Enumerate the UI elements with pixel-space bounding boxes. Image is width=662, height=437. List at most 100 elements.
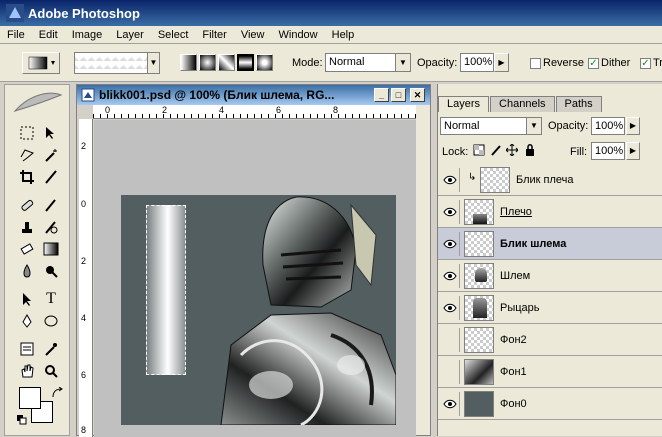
menu-edit[interactable]: Edit bbox=[32, 29, 65, 41]
blur-tool[interactable] bbox=[17, 261, 37, 281]
transparency-checkbox[interactable]: ✓ bbox=[640, 58, 651, 69]
menu-window[interactable]: Window bbox=[272, 29, 325, 41]
marquee-tool[interactable] bbox=[17, 123, 37, 143]
tab-channels[interactable]: Channels bbox=[490, 96, 555, 112]
image-canvas[interactable] bbox=[121, 195, 396, 425]
layer-row[interactable]: Фон0 bbox=[438, 388, 662, 420]
lock-position-icon[interactable] bbox=[506, 144, 518, 156]
fill-slider-button[interactable]: ▶ bbox=[626, 142, 640, 160]
diamond-gradient-button[interactable] bbox=[256, 54, 273, 71]
menu-help[interactable]: Help bbox=[325, 29, 362, 41]
eye-icon bbox=[442, 399, 457, 409]
menu-view[interactable]: View bbox=[234, 29, 272, 41]
layers-list: ↳ Блик плеча Плечо Блик шлема Шлем Рыцарь Фон2… bbox=[438, 164, 662, 436]
foreground-color-swatch[interactable] bbox=[19, 387, 41, 409]
chevron-down-icon[interactable]: ▼ bbox=[147, 53, 159, 73]
ellipse-icon bbox=[44, 315, 58, 327]
eye-icon bbox=[442, 239, 457, 249]
reflected-gradient-button[interactable] bbox=[237, 54, 254, 71]
layer-visibility-toggle[interactable] bbox=[440, 360, 460, 384]
brush-tool[interactable] bbox=[41, 195, 61, 215]
eyedropper-tool[interactable] bbox=[41, 339, 61, 359]
zoom-tool[interactable] bbox=[41, 361, 61, 381]
layer-row[interactable]: Блик шлема bbox=[438, 228, 662, 260]
shape-tool[interactable] bbox=[41, 311, 61, 331]
menu-image[interactable]: Image bbox=[65, 29, 110, 41]
fill-value: 100% bbox=[595, 145, 624, 157]
notes-tool[interactable] bbox=[17, 339, 37, 359]
layer-visibility-toggle[interactable] bbox=[440, 296, 460, 320]
ruler-v-tick: 0 bbox=[81, 199, 87, 209]
menu-file[interactable]: File bbox=[0, 29, 32, 41]
default-colors-icon[interactable] bbox=[17, 415, 27, 425]
hand-tool[interactable] bbox=[17, 361, 37, 381]
lock-transparency-icon[interactable] bbox=[473, 144, 485, 156]
mode-select[interactable]: Normal ▼ bbox=[325, 53, 411, 72]
opacity-input[interactable]: 100% bbox=[460, 53, 494, 72]
crop-icon bbox=[20, 170, 34, 184]
layer-row[interactable]: Фон2 bbox=[438, 324, 662, 356]
blend-mode-value: Normal bbox=[444, 120, 480, 132]
gradient-tool[interactable] bbox=[41, 239, 61, 259]
layer-row[interactable]: ↳ Блик плеча bbox=[438, 164, 662, 196]
brush-icon bbox=[45, 199, 56, 212]
tab-layers[interactable]: Layers bbox=[438, 96, 490, 112]
chevron-down-icon[interactable]: ▼ bbox=[526, 118, 541, 134]
history-brush-tool[interactable] bbox=[41, 217, 61, 237]
marquee-icon bbox=[20, 126, 34, 140]
angle-gradient-button[interactable] bbox=[218, 54, 235, 71]
healing-brush-tool[interactable] bbox=[17, 195, 37, 215]
lasso-tool[interactable] bbox=[17, 145, 37, 165]
lock-image-icon[interactable] bbox=[490, 144, 502, 156]
maximize-button[interactable]: □ bbox=[391, 88, 406, 102]
fill-input[interactable]: 100% bbox=[591, 142, 625, 160]
path-selection-tool[interactable] bbox=[17, 289, 37, 309]
swap-colors-icon[interactable] bbox=[51, 387, 63, 399]
panel-opacity-input[interactable]: 100% bbox=[591, 117, 625, 135]
magic-wand-tool[interactable] bbox=[41, 145, 61, 165]
menu-filter[interactable]: Filter bbox=[195, 29, 233, 41]
eraser-tool[interactable] bbox=[17, 239, 37, 259]
layer-row[interactable]: Плечо bbox=[438, 196, 662, 228]
close-button[interactable]: ✕ bbox=[410, 88, 425, 102]
layer-row[interactable]: Рыцарь bbox=[438, 292, 662, 324]
layer-name: Шлем bbox=[500, 270, 531, 282]
layer-visibility-toggle[interactable] bbox=[440, 328, 460, 352]
layer-visibility-toggle[interactable] bbox=[440, 200, 460, 224]
canvas-area[interactable] bbox=[94, 120, 416, 437]
tool-preset-picker[interactable] bbox=[22, 52, 60, 74]
layers-panel: Layers Channels Paths Normal ▼ Opacity: … bbox=[437, 84, 662, 436]
chevron-down-icon[interactable]: ▼ bbox=[395, 54, 410, 71]
dodge-tool[interactable] bbox=[41, 261, 61, 281]
marquee-selection[interactable] bbox=[146, 205, 186, 375]
layer-visibility-toggle[interactable] bbox=[440, 264, 460, 288]
dither-checkbox[interactable]: ✓ bbox=[588, 58, 599, 69]
pen-tool[interactable] bbox=[17, 311, 37, 331]
layer-row[interactable]: Фон1 bbox=[438, 356, 662, 388]
vertical-scrollbar[interactable] bbox=[416, 105, 430, 435]
menu-layer[interactable]: Layer bbox=[109, 29, 151, 41]
lock-all-icon[interactable] bbox=[524, 144, 536, 156]
gradient-picker[interactable]: ▼ bbox=[74, 52, 160, 74]
tab-paths[interactable]: Paths bbox=[555, 96, 602, 112]
slice-tool[interactable] bbox=[41, 167, 61, 187]
eyedropper-icon bbox=[45, 343, 57, 356]
clone-stamp-tool[interactable] bbox=[17, 217, 37, 237]
layer-name: Блик шлема bbox=[500, 238, 567, 250]
layer-visibility-toggle[interactable] bbox=[440, 168, 460, 192]
crop-tool[interactable] bbox=[17, 167, 37, 187]
blend-mode-select[interactable]: Normal ▼ bbox=[440, 117, 542, 135]
type-tool[interactable]: T bbox=[41, 289, 61, 309]
layer-visibility-toggle[interactable] bbox=[440, 392, 460, 416]
panel-opacity-slider-button[interactable]: ▶ bbox=[626, 117, 640, 135]
menu-select[interactable]: Select bbox=[151, 29, 196, 41]
layer-row[interactable]: Шлем bbox=[438, 260, 662, 292]
radial-gradient-button[interactable] bbox=[199, 54, 216, 71]
linear-gradient-button[interactable] bbox=[180, 54, 197, 71]
move-tool[interactable] bbox=[41, 123, 61, 143]
opacity-slider-button[interactable]: ▶ bbox=[494, 53, 509, 72]
layer-visibility-toggle[interactable] bbox=[440, 232, 460, 256]
reverse-checkbox[interactable] bbox=[530, 58, 541, 69]
minimize-button[interactable]: _ bbox=[374, 88, 389, 102]
slice-icon bbox=[45, 170, 57, 184]
